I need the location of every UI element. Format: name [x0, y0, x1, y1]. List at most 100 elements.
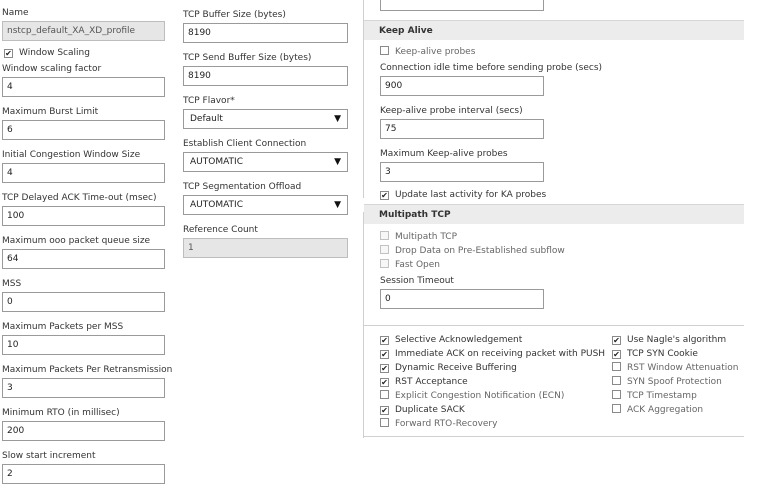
checkbox-icon [380, 245, 389, 254]
keep-alive-probes-checkbox[interactable]: Keep-alive probes [380, 46, 475, 58]
rst-acceptance-checkbox[interactable]: ✔ RST Acceptance [380, 376, 468, 388]
session-timeout-input[interactable]: 0 [380, 289, 544, 309]
probe-interval-input[interactable]: 75 [380, 119, 544, 139]
fast-open-checkbox[interactable]: Fast Open [380, 259, 440, 271]
window-scaling-checkbox[interactable]: ✔ Window Scaling [4, 47, 90, 59]
rst-acceptance-label: RST Acceptance [395, 377, 468, 387]
session-timeout-label: Session Timeout [380, 276, 454, 286]
ecn-checkbox[interactable]: Explicit Congestion Notification (ECN) [380, 390, 564, 402]
checkbox-icon: ✔ [380, 336, 389, 345]
dynamic-receive-buffering-label: Dynamic Receive Buffering [395, 363, 517, 373]
keep-alive-section-header: Keep Alive [364, 20, 744, 40]
checkbox-icon [380, 418, 389, 427]
ack-aggregation-checkbox[interactable]: ACK Aggregation [612, 404, 703, 416]
checkbox-icon: ✔ [4, 49, 13, 58]
selective-ack-label: Selective Acknowledgement [395, 335, 523, 345]
checkbox-icon: ✔ [380, 364, 389, 373]
idle-time-label: Connection idle time before sending prob… [380, 63, 603, 73]
window-scaling-label: Window Scaling [19, 48, 90, 58]
dynamic-receive-buffering-checkbox[interactable]: ✔ Dynamic Receive Buffering [380, 362, 517, 374]
name-label: Name [2, 8, 29, 18]
max-probes-input[interactable]: 3 [380, 162, 544, 182]
checkbox-icon: ✔ [380, 378, 389, 387]
tcp-send-buffer-input[interactable]: 8190 [183, 66, 348, 86]
selective-ack-checkbox[interactable]: ✔ Selective Acknowledgement [380, 334, 522, 346]
multipath-section-header: Multipath TCP [364, 204, 744, 224]
syn-cookie-label: TCP SYN Cookie [627, 349, 698, 359]
checkbox-icon: ✔ [380, 406, 389, 415]
checkbox-icon [612, 390, 621, 399]
checkbox-icon [380, 259, 389, 268]
tcp-timestamp-label: TCP Timestamp [627, 391, 697, 401]
max-burst-limit-label: Maximum Burst Limit [2, 107, 99, 117]
update-activity-label: Update last activity for KA probes [395, 190, 547, 200]
name-field: nstcp_default_XA_XD_profile [2, 21, 165, 41]
min-rto-input[interactable]: 200 [2, 421, 165, 441]
max-packets-per-retx-input[interactable]: 3 [2, 378, 165, 398]
ooo-queue-input[interactable]: 64 [2, 249, 165, 269]
checkbox-icon [612, 376, 621, 385]
rst-window-attenuation-checkbox[interactable]: RST Window Attenuation [612, 362, 738, 374]
segmentation-offload-value: AUTOMATIC [190, 200, 243, 210]
update-activity-checkbox[interactable]: ✔ Update last activity for KA probes [380, 189, 546, 201]
tcp-timestamp-checkbox[interactable]: TCP Timestamp [612, 390, 697, 402]
tcp-send-buffer-label: TCP Send Buffer Size (bytes) [183, 53, 312, 63]
checkbox-icon [380, 390, 389, 399]
window-scaling-factor-input[interactable]: 4 [2, 77, 165, 97]
nagle-label: Use Nagle's algorithm [627, 335, 727, 345]
mss-label: MSS [2, 279, 22, 289]
immediate-ack-label: Immediate ACK on receiving packet with P… [395, 349, 606, 359]
delayed-ack-input[interactable]: 100 [2, 206, 165, 226]
ack-aggregation-label: ACK Aggregation [627, 405, 704, 415]
duplicate-sack-label: Duplicate SACK [395, 405, 465, 415]
chevron-down-icon: ▼ [334, 157, 341, 167]
checkbox-icon [380, 46, 389, 55]
client-connection-label: Establish Client Connection [183, 139, 307, 149]
syn-spoof-protection-checkbox[interactable]: SYN Spoof Protection [612, 376, 722, 388]
slow-start-label: Slow start increment [2, 451, 96, 461]
min-rto-label: Minimum RTO (in millisec) [2, 408, 120, 418]
keep-alive-probes-label: Keep-alive probes [395, 47, 476, 57]
chevron-down-icon: ▼ [334, 114, 341, 124]
divider [364, 325, 744, 326]
tcp-buffer-input[interactable]: 8190 [183, 23, 348, 43]
delayed-ack-label: TCP Delayed ACK Time-out (msec) [2, 193, 157, 203]
idle-time-input[interactable]: 900 [380, 76, 544, 96]
ecn-label: Explicit Congestion Notification (ECN) [395, 391, 565, 401]
tcp-flavor-select[interactable]: Default ▼ [183, 109, 348, 129]
fast-open-label: Fast Open [395, 260, 440, 270]
max-burst-limit-input[interactable]: 6 [2, 120, 165, 140]
checkbox-icon [612, 404, 621, 413]
drop-data-checkbox[interactable]: Drop Data on Pre-Established subflow [380, 245, 565, 257]
probe-interval-label: Keep-alive probe interval (secs) [380, 106, 523, 116]
tcp-flavor-label: TCP Flavor* [183, 96, 235, 106]
chevron-down-icon: ▼ [334, 200, 341, 210]
checkbox-icon: ✔ [380, 350, 389, 359]
mss-input[interactable]: 0 [2, 292, 165, 312]
drop-data-label: Drop Data on Pre-Established subflow [395, 246, 565, 256]
tcp-buffer-label: TCP Buffer Size (bytes) [183, 10, 286, 20]
max-packets-per-mss-input[interactable]: 10 [2, 335, 165, 355]
initial-cwnd-label: Initial Congestion Window Size [2, 150, 141, 160]
max-packets-per-mss-label: Maximum Packets per MSS [2, 322, 124, 332]
duplicate-sack-checkbox[interactable]: ✔ Duplicate SACK [380, 404, 465, 416]
forward-rto-recovery-label: Forward RTO-Recovery [395, 419, 498, 429]
checkbox-icon: ✔ [612, 350, 621, 359]
segmentation-offload-select[interactable]: AUTOMATIC ▼ [183, 195, 348, 215]
max-probes-label: Maximum Keep-alive probes [380, 149, 508, 159]
divider [364, 436, 744, 437]
window-scaling-factor-label: Window scaling factor [2, 64, 102, 74]
checkbox-icon: ✔ [380, 191, 389, 200]
initial-cwnd-input[interactable]: 4 [2, 163, 165, 183]
slow-start-input[interactable]: 2 [2, 464, 165, 484]
clipped-input[interactable] [380, 0, 544, 11]
rst-window-attenuation-label: RST Window Attenuation [627, 363, 739, 373]
syn-cookie-checkbox[interactable]: ✔ TCP SYN Cookie [612, 348, 698, 360]
client-connection-value: AUTOMATIC [190, 157, 243, 167]
forward-rto-recovery-checkbox[interactable]: Forward RTO-Recovery [380, 418, 497, 430]
client-connection-select[interactable]: AUTOMATIC ▼ [183, 152, 348, 172]
immediate-ack-checkbox[interactable]: ✔ Immediate ACK on receiving packet with … [380, 348, 605, 360]
max-packets-per-retx-label: Maximum Packets Per Retransmission [2, 365, 173, 375]
multipath-tcp-checkbox[interactable]: Multipath TCP [380, 231, 457, 243]
nagle-checkbox[interactable]: ✔ Use Nagle's algorithm [612, 334, 726, 346]
